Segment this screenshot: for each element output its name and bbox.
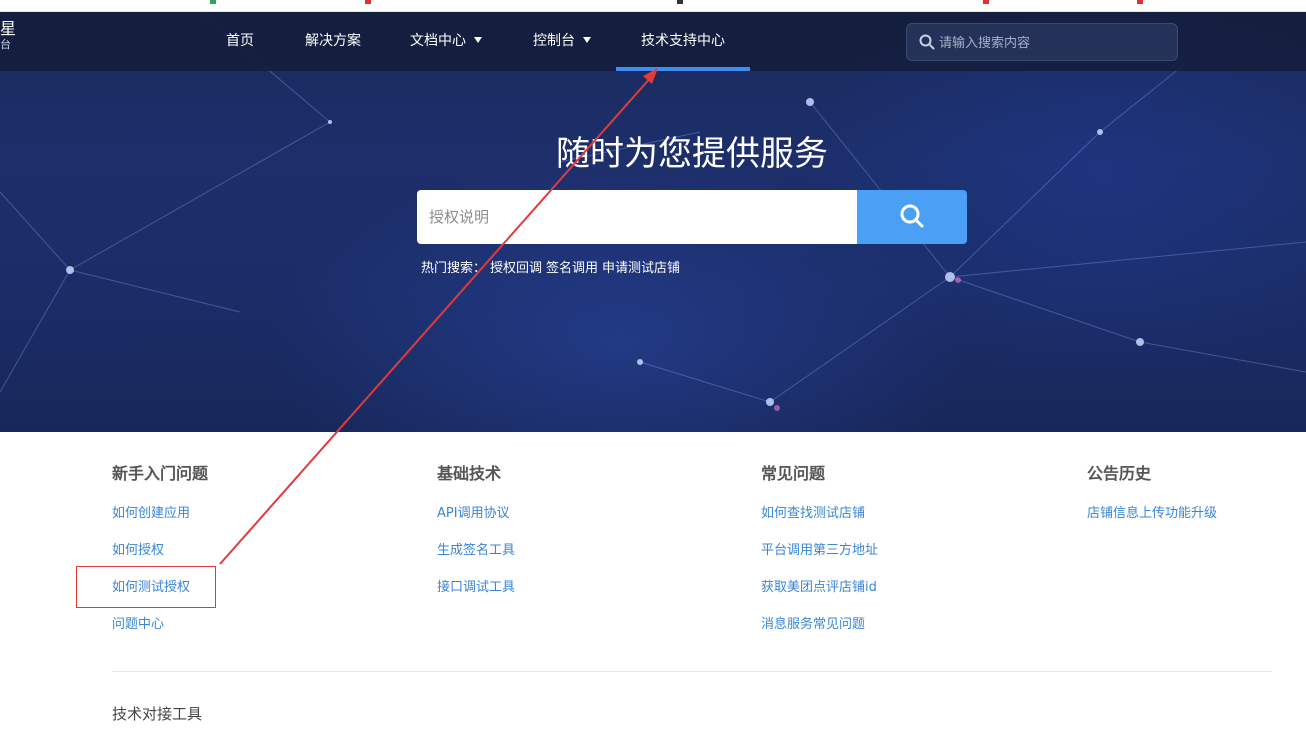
hot-search-item[interactable]: 申请测试店铺 bbox=[602, 261, 680, 276]
nav-search-box[interactable] bbox=[906, 23, 1178, 61]
section-announcements: 公告历史 店铺信息上传功能升级 bbox=[1087, 462, 1306, 542]
top-navbar: 星 台 首页 解决方案 文档中心 控制台 技术支持中心 bbox=[0, 12, 1306, 71]
search-icon bbox=[900, 204, 924, 227]
section-beginner: 新手入门问题 如何创建应用 如何授权 如何测试授权 问题中心 bbox=[112, 462, 392, 653]
divider bbox=[112, 671, 1272, 672]
hero-title: 随时为您提供服务 bbox=[556, 134, 828, 174]
hero-search-input[interactable] bbox=[417, 190, 857, 244]
bookmark-strip bbox=[0, 0, 1306, 12]
hot-searches: 热门搜索： 授权回调 签名调用 申请测试店铺 bbox=[421, 258, 684, 280]
link-item[interactable]: 接口调试工具 bbox=[437, 579, 717, 597]
logo-text: 星 bbox=[0, 19, 17, 38]
section-title: 公告历史 bbox=[1087, 464, 1152, 483]
nav-docs[interactable]: 文档中心 bbox=[410, 12, 482, 71]
nav-console-label: 控制台 bbox=[533, 33, 575, 49]
caret-down-icon bbox=[583, 37, 591, 43]
nav-solutions-label: 解决方案 bbox=[305, 33, 361, 49]
hero-search-button[interactable] bbox=[857, 190, 967, 244]
hot-search-label: 热门搜索： bbox=[421, 261, 487, 276]
section-title: 新手入门问题 bbox=[112, 464, 209, 483]
nav-console[interactable]: 控制台 bbox=[533, 12, 591, 71]
nav-solutions[interactable]: 解决方案 bbox=[305, 12, 361, 71]
link-item[interactable]: 如何授权 bbox=[112, 542, 392, 560]
tools-section-title: 技术对接工具 bbox=[112, 705, 203, 723]
logo[interactable]: 星 台 bbox=[0, 20, 16, 52]
link-item[interactable]: 平台调用第三方地址 bbox=[761, 542, 1041, 560]
hero-search-bar bbox=[417, 190, 967, 244]
hot-search-item[interactable]: 授权回调 bbox=[490, 261, 542, 276]
link-item[interactable]: API调用协议 bbox=[437, 505, 717, 523]
caret-down-icon bbox=[474, 37, 482, 43]
link-item[interactable]: 如何查找测试店铺 bbox=[761, 505, 1041, 523]
link-item[interactable]: 如何创建应用 bbox=[112, 505, 392, 523]
nav-support[interactable]: 技术支持中心 bbox=[616, 12, 750, 71]
nav-search-input[interactable] bbox=[939, 32, 1167, 54]
section-basic-tech: 基础技术 API调用协议 生成签名工具 接口调试工具 bbox=[437, 462, 717, 616]
section-title: 常见问题 bbox=[761, 464, 826, 483]
link-item[interactable]: 消息服务常见问题 bbox=[761, 616, 1041, 634]
link-item[interactable]: 获取美团点评店铺id bbox=[761, 579, 1041, 597]
logo-subtext: 台 bbox=[0, 38, 11, 51]
section-faq: 常见问题 如何查找测试店铺 平台调用第三方地址 获取美团点评店铺id 消息服务常… bbox=[761, 462, 1041, 653]
nav-home[interactable]: 首页 bbox=[226, 12, 254, 71]
nav-home-label: 首页 bbox=[226, 33, 254, 49]
search-icon bbox=[919, 34, 935, 50]
hot-search-item[interactable]: 签名调用 bbox=[546, 261, 598, 276]
section-title: 基础技术 bbox=[437, 464, 502, 483]
nav-docs-label: 文档中心 bbox=[410, 33, 466, 49]
nav-support-label: 技术支持中心 bbox=[641, 33, 725, 49]
link-item[interactable]: 生成签名工具 bbox=[437, 542, 717, 560]
link-item[interactable]: 店铺信息上传功能升级 bbox=[1087, 505, 1306, 523]
annotation-highlight-box bbox=[76, 566, 216, 608]
link-item[interactable]: 问题中心 bbox=[112, 616, 392, 634]
